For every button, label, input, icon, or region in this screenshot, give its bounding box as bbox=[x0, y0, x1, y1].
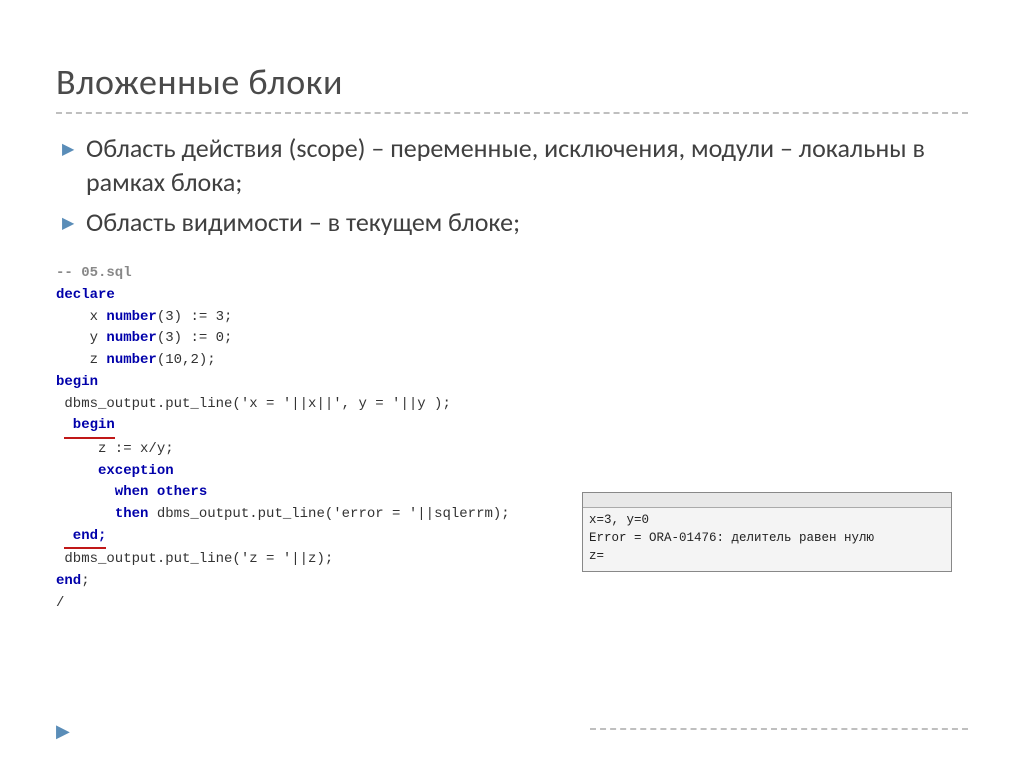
output-panel: x=3, y=0 Error = ORA-01476: делитель рав… bbox=[582, 492, 952, 572]
code-text: (3) := 0; bbox=[157, 330, 233, 346]
code-text: x bbox=[56, 309, 106, 325]
code-text: y bbox=[56, 330, 106, 346]
output-line: Error = ORA-01476: делитель равен нулю bbox=[589, 529, 945, 547]
code-keyword: exception bbox=[56, 463, 174, 479]
bullet-item: ▶ Область видимости – в текущем блоке; bbox=[56, 206, 968, 240]
output-body: x=3, y=0 Error = ORA-01476: делитель рав… bbox=[583, 508, 951, 571]
code-keyword-underlined: end; bbox=[64, 526, 106, 550]
code-keyword: number bbox=[106, 352, 156, 368]
code-keyword-underlined: begin bbox=[64, 415, 114, 439]
code-text: (3) := 3; bbox=[157, 309, 233, 325]
code-text bbox=[56, 506, 115, 522]
bullet-item: ▶ Область действия (scope) – переменные,… bbox=[56, 132, 968, 200]
slide-title: Вложенные блоки bbox=[56, 60, 968, 104]
code-keyword: then bbox=[115, 506, 149, 522]
code-keyword: declare bbox=[56, 287, 115, 303]
output-line: z= bbox=[589, 547, 945, 565]
code-keyword: number bbox=[106, 330, 156, 346]
footer-arrow-icon: ▶ bbox=[56, 720, 70, 742]
code-keyword: end bbox=[56, 573, 81, 589]
bullet-text: Область видимости – в текущем блоке; bbox=[86, 206, 520, 238]
code-keyword: number bbox=[106, 309, 156, 325]
bullet-text: Область действия (scope) – переменные, и… bbox=[86, 132, 925, 198]
slide: Вложенные блоки ▶ Область действия (scop… bbox=[0, 0, 1024, 768]
footer-divider bbox=[590, 728, 968, 730]
code-text: dbms_output.put_line('z = '||z); bbox=[56, 551, 333, 567]
code-text: z := x/y; bbox=[56, 441, 174, 457]
code-text: / bbox=[56, 595, 64, 611]
title-divider bbox=[56, 112, 968, 114]
output-line: x=3, y=0 bbox=[589, 511, 945, 529]
bullet-icon: ▶ bbox=[62, 214, 74, 235]
bullet-list: ▶ Область действия (scope) – переменные,… bbox=[56, 132, 968, 239]
code-text: (10,2); bbox=[157, 352, 216, 368]
code-keyword: when others bbox=[56, 484, 207, 500]
code-text: dbms_output.put_line('x = '||x||', y = '… bbox=[56, 396, 451, 412]
code-text: z bbox=[56, 352, 106, 368]
code-comment: -- 05.sql bbox=[56, 265, 132, 281]
code-text: dbms_output.put_line('error = '||sqlerrm… bbox=[148, 506, 509, 522]
code-keyword: begin bbox=[56, 374, 98, 390]
output-titlebar bbox=[583, 493, 951, 508]
bullet-icon: ▶ bbox=[62, 140, 74, 161]
